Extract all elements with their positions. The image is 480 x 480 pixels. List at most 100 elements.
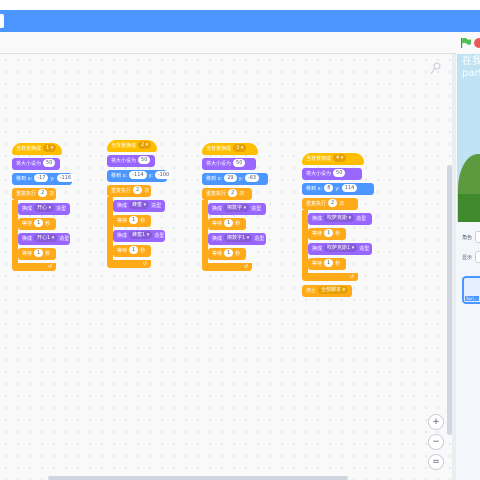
when-backdrop-switches-block[interactable]: 当背景换成 2 ▾ [107, 140, 157, 152]
repeat-block[interactable]: 重复执行 2 次 [302, 198, 358, 210]
goto-xy-block[interactable]: 移到 x: -114 y: -100 [107, 170, 173, 182]
sprite-thumbnail[interactable]: Spri... [462, 276, 480, 304]
switch-costume-block[interactable]: 换成 擦数字 ▾ 造型 [208, 203, 266, 215]
wait-seconds-input[interactable]: 1 [324, 228, 334, 237]
horizontal-scrollbar[interactable] [48, 476, 348, 480]
wait-block[interactable]: 等待 1 秒 [208, 218, 246, 230]
stop-block[interactable]: 停止 全部脚本 ▾ [302, 285, 352, 297]
size-input[interactable]: 50 [233, 158, 246, 167]
when-backdrop-switches-block[interactable]: 当背景换成 3 ▾ [202, 143, 258, 155]
y-input[interactable]: 114 [341, 183, 358, 192]
costume-dropdown[interactable]: 擦数字 ▾ [224, 203, 250, 212]
costume-dropdown[interactable]: 开心1 ▾ [34, 233, 58, 242]
zoom-reset-button[interactable]: = [428, 454, 444, 470]
hat-label: 当背景换成 [206, 146, 232, 152]
repeat-unit: 次 [339, 201, 345, 207]
x-input[interactable]: 29 [224, 173, 237, 182]
wait-seconds-input[interactable]: 1 [224, 218, 234, 227]
stage-title: 在我 part [462, 56, 480, 79]
zoom-out-button[interactable]: − [428, 434, 444, 450]
y-input[interactable]: -63 [244, 173, 260, 182]
hat-label: 当背景换成 [111, 143, 137, 149]
goto-xy-block[interactable]: 移到 x: 8 y: 114 [302, 183, 374, 195]
switch-costume-block[interactable]: 换成 吹萨克斯1 ▾ 造型 [308, 243, 372, 255]
costume-dropdown[interactable]: 蜂蜜1 ▾ [129, 230, 153, 239]
goto-xy-block[interactable]: 移到 x: -17 y: -116 [12, 173, 75, 185]
stop-icon[interactable] [474, 38, 480, 48]
size-input[interactable]: 50 [333, 168, 346, 177]
wait-block[interactable]: 等待 1 秒 [308, 258, 346, 270]
costume-suffix: 造型 [154, 233, 165, 239]
zoom-in-button[interactable]: + [428, 414, 444, 430]
repeat-foot: ↺ [302, 273, 358, 281]
repeat-count-input[interactable]: 2 [133, 185, 143, 194]
repeat-arm [12, 200, 18, 263]
sprite-show-label: 显示 [462, 255, 473, 261]
backdrop-dropdown[interactable]: 2 ▾ [138, 140, 152, 149]
wait-block[interactable]: 等待 1 秒 [308, 228, 346, 240]
wait-seconds-input[interactable]: 1 [224, 248, 234, 257]
x-input[interactable]: -17 [34, 173, 49, 182]
wait-seconds-input[interactable]: 1 [34, 248, 44, 257]
switch-costume-label: 换成 [312, 246, 323, 252]
backdrop-dropdown[interactable]: 3 ▾ [233, 143, 247, 152]
y-input[interactable]: -100 [154, 170, 173, 179]
menu-edge-tab[interactable] [0, 14, 4, 28]
switch-costume-block[interactable]: 换成 开心 ▾ 造型 [18, 203, 70, 215]
wait-seconds-input[interactable]: 1 [129, 215, 139, 224]
wait-unit: 秒 [140, 248, 146, 254]
goto-xy-block[interactable]: 移到 x: 29 y: -63 [202, 173, 268, 185]
repeat-block[interactable]: 重复执行 2 次 [107, 185, 151, 197]
wait-block[interactable]: 等待 1 秒 [113, 245, 151, 257]
wait-block[interactable]: 等待 1 秒 [18, 218, 56, 230]
costume-dropdown[interactable]: 吹萨克斯 ▾ [324, 213, 355, 222]
x-input[interactable]: 8 [324, 183, 334, 192]
sprite-show-field[interactable] [475, 251, 480, 263]
goto-y-label: y: [50, 176, 55, 182]
y-input[interactable]: -116 [56, 173, 75, 182]
repeat-unit: 次 [49, 191, 55, 197]
costume-dropdown[interactable]: 蜂蜜 ▾ [129, 200, 150, 209]
costume-suffix: 造型 [151, 203, 162, 209]
repeat-unit: 次 [144, 188, 150, 194]
when-backdrop-switches-block[interactable]: 当背景换成 4 ▾ [302, 153, 364, 165]
wait-block[interactable]: 等待 1 秒 [18, 248, 56, 260]
size-input[interactable]: 50 [43, 158, 56, 167]
sprite-name-field[interactable] [475, 231, 480, 243]
wait-label: 等待 [212, 221, 223, 227]
set-size-block[interactable]: 将大小设为 50 [202, 158, 256, 170]
repeat-block[interactable]: 重复执行 2 次 [12, 188, 56, 200]
size-input[interactable]: 50 [138, 155, 151, 164]
repeat-count-input[interactable]: 2 [328, 198, 338, 207]
switch-costume-block[interactable]: 换成 蜂蜜 ▾ 造型 [113, 200, 165, 212]
set-size-block[interactable]: 将大小设为 50 [12, 158, 60, 170]
backdrop-dropdown[interactable]: 4 ▾ [333, 153, 347, 162]
repeat-block[interactable]: 重复执行 2 次 [202, 188, 252, 200]
x-input[interactable]: -114 [129, 170, 147, 179]
switch-costume-block[interactable]: 换成 吹萨克斯 ▾ 造型 [308, 213, 372, 225]
set-size-block[interactable]: 将大小设为 50 [302, 168, 362, 180]
green-flag-icon[interactable] [460, 37, 472, 49]
sprite-watermark-icon [430, 62, 441, 75]
switch-costume-block[interactable]: 换成 擦数字1 ▾ 造型 [208, 233, 266, 245]
set-size-block[interactable]: 将大小设为 50 [107, 155, 155, 167]
wait-block[interactable]: 等待 1 秒 [113, 215, 151, 227]
costume-dropdown[interactable]: 擦数字1 ▾ [224, 233, 253, 242]
repeat-count-input[interactable]: 2 [228, 188, 238, 197]
repeat-count-input[interactable]: 2 [38, 188, 48, 197]
wait-seconds-input[interactable]: 1 [324, 258, 334, 267]
stage-preview[interactable]: 在我 part [457, 54, 480, 222]
goto-y-label: y: [148, 173, 153, 179]
stop-dropdown[interactable]: 全部脚本 ▾ [318, 285, 349, 294]
wait-label: 等待 [117, 218, 128, 224]
goto-x-label: 移到 x: [306, 186, 323, 192]
wait-block[interactable]: 等待 1 秒 [208, 248, 246, 260]
when-backdrop-switches-block[interactable]: 当背景换成 1 ▾ [12, 143, 62, 155]
switch-costume-block[interactable]: 换成 蜂蜜1 ▾ 造型 [113, 230, 165, 242]
switch-costume-block[interactable]: 换成 开心1 ▾ 造型 [18, 233, 70, 245]
wait-seconds-input[interactable]: 1 [129, 245, 139, 254]
costume-dropdown[interactable]: 开心 ▾ [34, 203, 55, 212]
costume-dropdown[interactable]: 吹萨克斯1 ▾ [324, 243, 358, 252]
wait-seconds-input[interactable]: 1 [34, 218, 44, 227]
backdrop-dropdown[interactable]: 1 ▾ [43, 143, 57, 152]
